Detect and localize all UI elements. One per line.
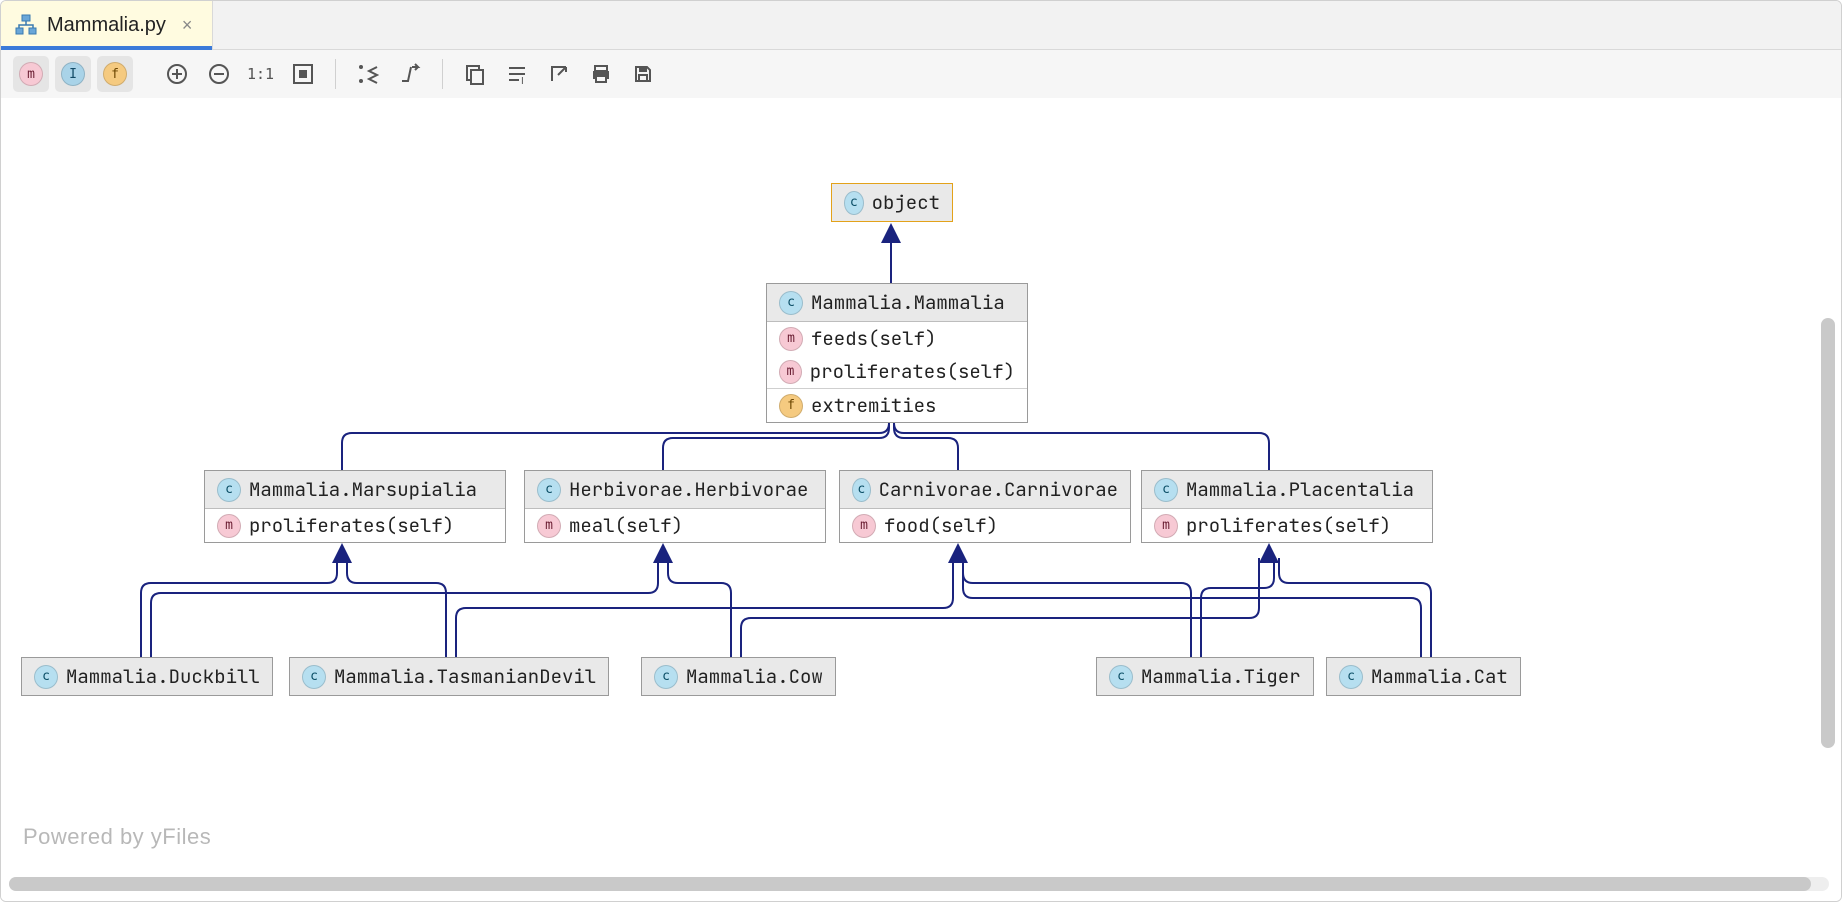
zoom-in-button[interactable] [159,56,195,92]
tab-label: Mammalia.py [47,14,166,37]
class-node-herbivorae[interactable]: c Herbivorae.Herbivorae m meal(self) [524,470,826,543]
class-title: Mammalia.Placentalia [1186,477,1414,502]
class-badge-icon: c [34,665,58,689]
copy-button[interactable] [457,56,493,92]
tab-strip: Mammalia.py × [1,1,1841,50]
class-title: Mammalia.Marsupialia [249,477,477,502]
field-badge-icon: f [103,62,127,86]
class-node-object[interactable]: cobject [831,183,953,222]
one-to-one-icon: 1:1 [247,63,275,85]
class-badge-icon: c [852,478,871,502]
save-icon [632,63,654,85]
zoom-out-button[interactable] [201,56,237,92]
edit-list-icon: I [506,63,528,85]
class-title: object [872,190,940,215]
route-edges-button[interactable] [392,56,428,92]
uml-icon [15,14,37,36]
class-title: Mammalia.Cat [1371,664,1508,689]
diagram-stage: cobject cMammalia.Mammalia mfeeds(self) … [1,98,1831,888]
copy-icon [464,63,486,85]
class-node-duckbill[interactable]: c Mammalia.Duckbill [21,657,273,696]
class-title: Carnivorae.Carnivorae [879,477,1118,502]
member-label: proliferates(self) [1186,513,1391,538]
method-badge-icon: m [217,514,241,538]
close-icon[interactable]: × [176,15,199,36]
svg-text:1:1: 1:1 [247,65,274,83]
class-title: Herbivorae.Herbivorae [569,477,808,502]
member-label: meal(self) [569,513,683,538]
method-badge-icon: m [852,514,876,538]
tab-mammalia[interactable]: Mammalia.py × [1,1,213,49]
class-badge-icon: c [844,191,864,215]
toolbar-separator [442,59,443,89]
toolbar-separator [335,59,336,89]
method-badge-icon: m [19,62,43,86]
class-node-carnivorae[interactable]: c Carnivorae.Carnivorae m food(self) [839,470,1131,543]
methods-filter[interactable]: m [13,56,49,92]
class-badge-icon: c [779,291,803,315]
member-label: proliferates(self) [810,359,1015,384]
class-node-tiger[interactable]: c Mammalia.Tiger [1096,657,1314,696]
zoom-in-icon [166,63,188,85]
save-button[interactable] [625,56,661,92]
class-node-cow[interactable]: c Mammalia.Cow [641,657,836,696]
class-node-mammalia[interactable]: c Mammalia.Mammalia m feeds(self) m prolife… [766,283,1028,423]
fit-content-button[interactable] [285,56,321,92]
powered-by-label: Powered by yFiles [23,824,211,850]
apply-layout-button[interactable] [350,56,386,92]
fields-filter[interactable]: f [97,56,133,92]
method-badge-icon: m [779,360,802,384]
class-badge-icon: c [1339,665,1363,689]
class-title: Mammalia.Tiger [1141,664,1301,689]
member-label: feeds(self) [811,326,936,351]
zoom-out-icon [208,63,230,85]
svg-text:I: I [521,76,524,85]
initializer-badge-icon: I [61,62,85,86]
edit-button[interactable]: I [499,56,535,92]
print-icon [590,63,612,85]
class-node-tasmaniandevil[interactable]: c Mammalia.TasmanianDevil [289,657,609,696]
class-node-placentalia[interactable]: c Mammalia.Placentalia m proliferates(self… [1141,470,1433,543]
member-label: proliferates(self) [249,513,454,538]
app-frame: Mammalia.py × m I f 1:1 [0,0,1842,902]
class-badge-icon: c [537,478,561,502]
class-node-marsupialia[interactable]: c Mammalia.Marsupialia m proliferates(self… [204,470,506,543]
print-button[interactable] [583,56,619,92]
layout-icon [357,63,379,85]
class-badge-icon: c [1109,665,1133,689]
toolbar: m I f 1:1 I [1,50,1841,99]
method-badge-icon: m [537,514,561,538]
class-title: Mammalia.TasmanianDevil [334,664,596,689]
initializers-filter[interactable]: I [55,56,91,92]
diagram-canvas[interactable]: cobject cMammalia.Mammalia mfeeds(self) … [1,98,1841,901]
class-badge-icon: c [654,665,678,689]
actual-size-button[interactable]: 1:1 [243,56,279,92]
member-label: food(self) [884,513,998,538]
class-node-cat[interactable]: c Mammalia.Cat [1326,657,1521,696]
export-icon [548,63,570,85]
method-badge-icon: m [1154,514,1178,538]
method-badge-icon: m [779,327,803,351]
class-badge-icon: c [1154,478,1178,502]
export-button[interactable] [541,56,577,92]
class-title: Mammalia.Cow [686,664,823,689]
vertical-scrollbar[interactable] [1821,318,1835,748]
route-icon [399,63,421,85]
class-title: Mammalia.Duckbill [66,664,260,689]
member-label: extremities [811,393,936,418]
field-badge-icon: f [779,394,803,418]
class-badge-icon: c [217,478,241,502]
class-badge-icon: c [302,665,326,689]
horizontal-scrollbar[interactable] [9,877,1829,891]
fit-content-icon [292,63,314,85]
class-title: Mammalia.Mammalia [811,290,1005,315]
